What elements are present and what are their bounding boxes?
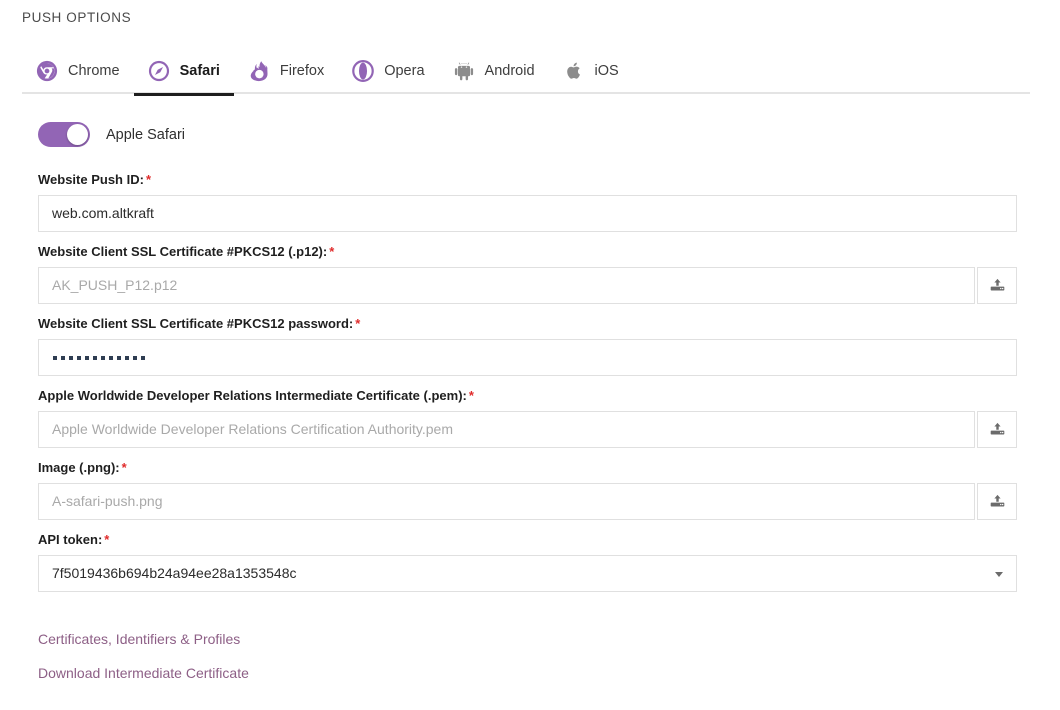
pem-file-input[interactable]: Apple Worldwide Developer Relations Cert…	[38, 411, 975, 448]
image-file-input[interactable]: A-safari-push.png	[38, 483, 975, 520]
browser-platform-tabs: Chrome Safari Firefox Opera Android iOS	[22, 48, 1030, 96]
tab-android[interactable]: Android	[439, 48, 549, 94]
label-text: API token:	[38, 532, 103, 547]
required-asterisk: *	[104, 532, 110, 547]
image-upload-button[interactable]	[977, 483, 1017, 520]
field-label: Image (.png): *	[38, 460, 1017, 476]
website-push-id-input[interactable]: web.com.altkraft	[38, 195, 1017, 232]
apple-safari-toggle-row: Apple Safari	[38, 122, 185, 147]
field-label: Apple Worldwide Developer Relations Inte…	[38, 388, 1017, 404]
required-asterisk: *	[329, 244, 335, 259]
pkcs12-file-input[interactable]: AK_PUSH_P12.p12	[38, 267, 975, 304]
field-website-push-id: Website Push ID: * web.com.altkraft	[38, 172, 1017, 232]
label-text: Website Client SSL Certificate #PKCS12 (…	[38, 244, 328, 259]
tab-label: Firefox	[279, 63, 325, 79]
field-label: Website Push ID: *	[38, 172, 1017, 188]
label-text: Website Client SSL Certificate #PKCS12 p…	[38, 316, 354, 331]
field-label: API token: *	[38, 532, 1017, 548]
field-image-png: Image (.png): * A-safari-push.png	[38, 460, 1017, 520]
input-wrap: 7f5019436b694b24a94ee28a1353548c	[38, 555, 1017, 592]
tab-label: Android	[484, 63, 535, 79]
api-token-select[interactable]: 7f5019436b694b24a94ee28a1353548c	[38, 555, 1017, 592]
input-wrap: AK_PUSH_P12.p12	[38, 267, 1017, 304]
required-asterisk: *	[121, 460, 127, 475]
page-title: PUSH OPTIONS	[22, 10, 132, 25]
label-text: Image (.png):	[38, 460, 120, 475]
helper-links: Certificates, Identifiers & Profiles Dow…	[38, 631, 249, 699]
required-asterisk: *	[355, 316, 361, 331]
opera-icon	[352, 59, 375, 83]
label-text: Website Push ID:	[38, 172, 144, 187]
tab-label: iOS	[594, 63, 619, 79]
field-awdr-intermediate-certificate: Apple Worldwide Developer Relations Inte…	[38, 388, 1017, 448]
tab-label: Chrome	[68, 63, 120, 79]
apple-safari-toggle[interactable]	[38, 122, 90, 147]
toggle-knob	[67, 124, 88, 145]
field-pkcs12-certificate: Website Client SSL Certificate #PKCS12 (…	[38, 244, 1017, 304]
upload-icon	[989, 493, 1006, 510]
tab-chrome[interactable]: Chrome	[22, 48, 134, 94]
link-certificates-identifiers-profiles[interactable]: Certificates, Identifiers & Profiles	[38, 631, 249, 647]
chrome-icon	[36, 60, 58, 82]
field-api-token: API token: * 7f5019436b694b24a94ee28a1353…	[38, 532, 1017, 592]
pem-upload-button[interactable]	[977, 411, 1017, 448]
safari-icon	[148, 60, 170, 82]
field-label: Website Client SSL Certificate #PKCS12 p…	[38, 316, 1017, 332]
tab-label: Safari	[179, 63, 220, 79]
tab-label: Opera	[384, 63, 425, 79]
push-options-page: PUSH OPTIONS Chrome Safari Firefox Opera…	[0, 0, 1060, 710]
tab-firefox[interactable]: Firefox	[234, 48, 338, 94]
input-wrap: A-safari-push.png	[38, 483, 1017, 520]
input-wrap: Apple Worldwide Developer Relations Cert…	[38, 411, 1017, 448]
input-wrap: web.com.altkraft	[38, 195, 1017, 232]
upload-icon	[989, 421, 1006, 438]
android-icon	[453, 60, 475, 82]
tab-ios[interactable]: iOS	[549, 48, 633, 94]
firefox-icon	[248, 60, 270, 82]
required-asterisk: *	[468, 388, 474, 403]
upload-icon	[989, 277, 1006, 294]
masked-password-dots	[52, 340, 1003, 375]
link-download-intermediate-certificate[interactable]: Download Intermediate Certificate	[38, 665, 249, 681]
pkcs12-password-input[interactable]	[38, 339, 1017, 376]
required-asterisk: *	[145, 172, 152, 187]
tab-safari[interactable]: Safari	[133, 48, 235, 96]
field-label: Website Client SSL Certificate #PKCS12 (…	[38, 244, 1017, 260]
safari-push-form: Website Push ID: * web.com.altkraft Websi…	[38, 172, 1017, 604]
tab-opera[interactable]: Opera	[338, 48, 438, 94]
input-wrap	[38, 339, 1017, 376]
toggle-label: Apple Safari	[106, 126, 185, 143]
label-text: Apple Worldwide Developer Relations Inte…	[38, 388, 467, 403]
pkcs12-upload-button[interactable]	[977, 267, 1017, 304]
apple-icon	[563, 60, 585, 82]
field-pkcs12-password: Website Client SSL Certificate #PKCS12 p…	[38, 316, 1017, 376]
